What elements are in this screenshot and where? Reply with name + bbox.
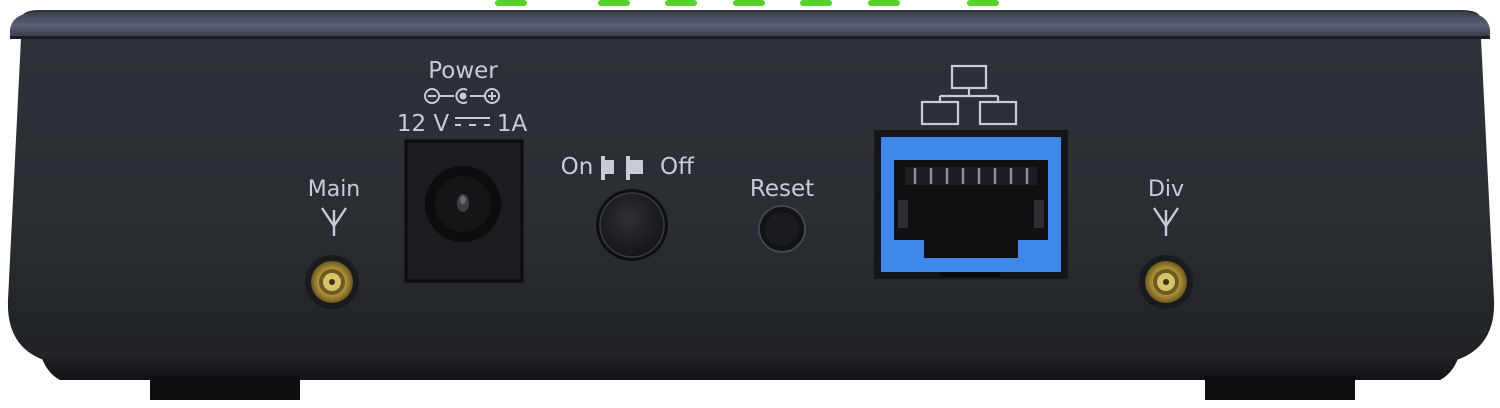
- device-top-bevel: [10, 12, 1490, 38]
- div-antenna-sma-connector[interactable]: [1139, 255, 1193, 309]
- rubber-foot-right: [1205, 376, 1355, 400]
- main-label: Main: [308, 177, 361, 202]
- voltage-label: 12 V: [397, 111, 450, 137]
- reset-button[interactable]: [758, 205, 806, 253]
- ethernet-port[interactable]: [874, 130, 1068, 279]
- current-label: 1A: [497, 111, 528, 137]
- device-back-panel-photo: Main Power 12 V 1A On Off Reset Div: [0, 0, 1500, 408]
- off-label: Off: [660, 154, 695, 180]
- div-label: Div: [1148, 177, 1184, 202]
- main-antenna-sma-connector[interactable]: [305, 255, 359, 309]
- dc-power-jack[interactable]: [404, 139, 524, 283]
- rubber-foot-left: [150, 376, 300, 400]
- reset-label: Reset: [750, 176, 814, 202]
- device-base: [40, 352, 1460, 380]
- status-led-row: [495, 0, 999, 6]
- power-switch-button[interactable]: [596, 189, 668, 261]
- device-illustration: Main Power 12 V 1A On Off Reset Div: [7, 0, 1495, 400]
- on-label: On: [561, 154, 594, 180]
- power-label: Power: [428, 58, 498, 84]
